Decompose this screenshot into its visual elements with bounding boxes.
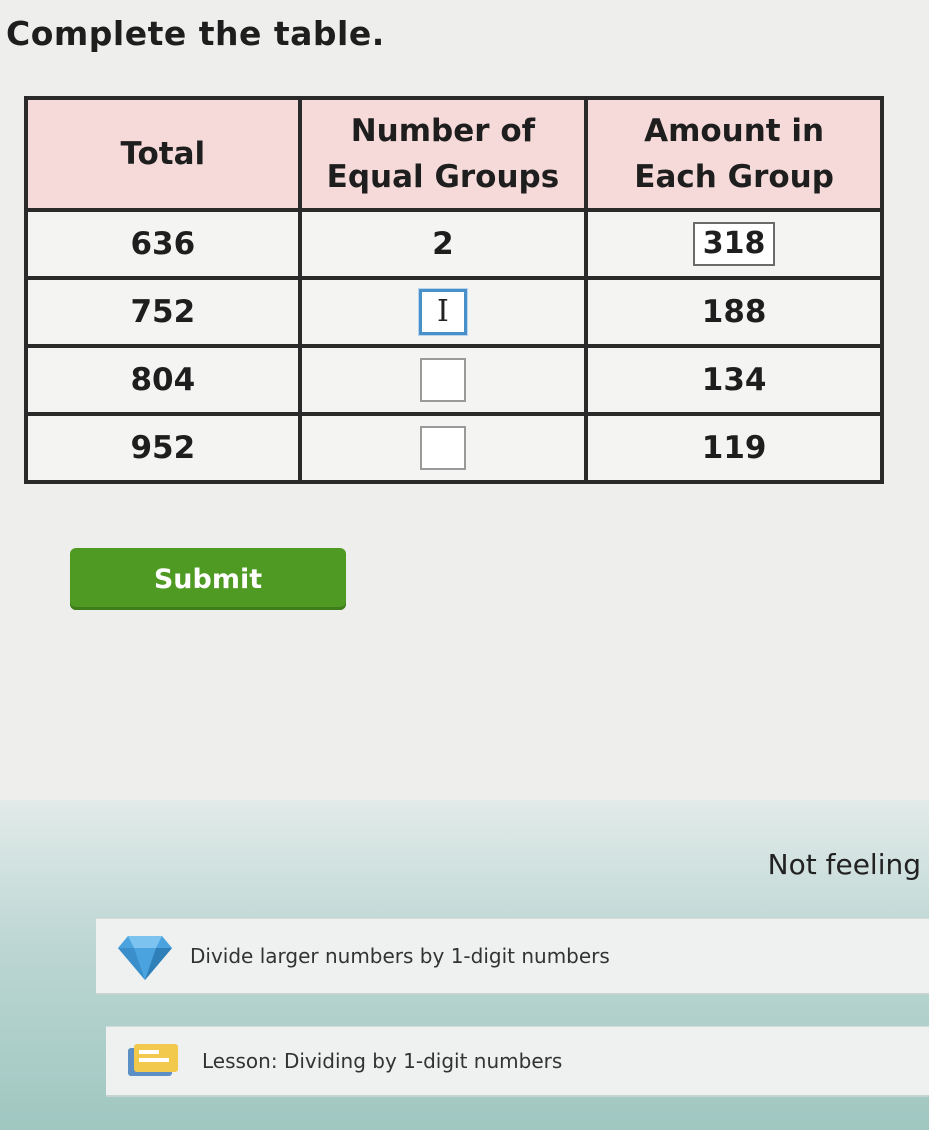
problem-table: Total Number of Equal Groups Amount in E… — [24, 96, 884, 484]
table-header-row: Total Number of Equal Groups Amount in E… — [24, 96, 884, 212]
header-total: Total — [24, 96, 302, 212]
cell-total: 952 — [24, 412, 302, 484]
header-amount-each-group: Amount in Each Group — [584, 96, 884, 212]
answer-input-filled[interactable]: 318 — [692, 222, 776, 266]
cell-groups: 2 — [297, 208, 589, 280]
header-amount-line1: Amount in — [644, 113, 825, 149]
not-feeling-prompt: Not feeling — [767, 848, 921, 881]
cell-groups: I — [297, 276, 589, 348]
header-amount-line2: Each Group — [634, 159, 834, 195]
text-cursor-icon: I — [436, 294, 449, 329]
cell-amount: 134 — [584, 344, 884, 416]
recommended-skill-link[interactable]: Divide larger numbers by 1-digit numbers — [96, 918, 929, 995]
cell-amount: 188 — [584, 276, 884, 348]
header-groups-line2: Equal Groups — [326, 159, 560, 195]
cell-groups — [297, 344, 589, 416]
cell-groups — [297, 412, 589, 484]
submit-button[interactable]: Submit — [70, 548, 346, 610]
header-equal-groups: Number of Equal Groups — [297, 96, 589, 212]
header-total-label: Total — [120, 136, 206, 172]
instruction-text: Complete the table. — [6, 14, 385, 53]
cell-amount: 318 — [584, 208, 884, 280]
header-groups-line1: Number of — [350, 113, 536, 149]
answer-input-active[interactable]: I — [418, 289, 467, 335]
cell-total: 636 — [24, 208, 302, 280]
table-row: 752 I 188 — [24, 276, 884, 348]
table-row: 952 119 — [24, 412, 884, 484]
recommended-skill-label: Divide larger numbers by 1-digit numbers — [190, 944, 610, 968]
lesson-icon — [128, 1044, 178, 1076]
cell-total: 804 — [24, 344, 302, 416]
problem-table-container: Total Number of Equal Groups Amount in E… — [24, 96, 884, 484]
answer-input-empty[interactable] — [419, 426, 466, 470]
diamond-icon — [118, 936, 172, 980]
answer-input-empty[interactable] — [419, 358, 466, 402]
lesson-link[interactable]: Lesson: Dividing by 1-digit numbers — [106, 1026, 929, 1097]
table-row: 804 134 — [24, 344, 884, 416]
cell-total: 752 — [24, 276, 302, 348]
table-row: 636 2 318 — [24, 208, 884, 280]
lesson-label: Lesson: Dividing by 1-digit numbers — [202, 1049, 563, 1073]
cell-amount: 119 — [584, 412, 884, 484]
